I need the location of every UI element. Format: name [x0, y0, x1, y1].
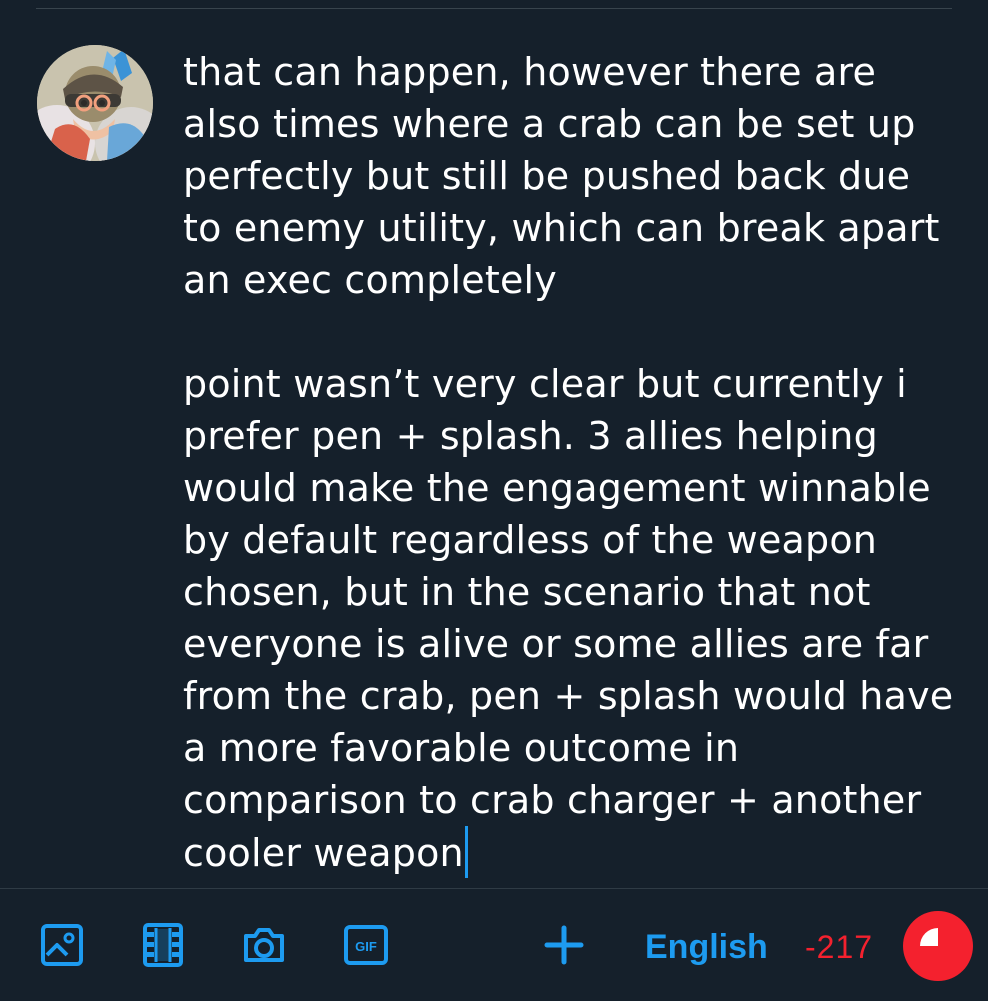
video-icon[interactable] — [139, 921, 187, 969]
character-counter: -217 — [805, 929, 874, 965]
language-selector[interactable]: English — [645, 925, 768, 969]
compose-paragraph-text: point wasn’t very clear but currently i … — [183, 362, 954, 875]
camera-icon[interactable] — [240, 921, 288, 969]
gif-label: GIF — [355, 939, 377, 954]
top-divider — [36, 8, 952, 9]
gif-icon[interactable]: GIF — [342, 921, 390, 969]
character-progress-ring — [902, 910, 974, 982]
compose-paragraph: point wasn’t very clear but currently i … — [183, 358, 958, 879]
compose-text-area[interactable]: that can happen, however there are also … — [183, 46, 958, 879]
image-icon[interactable] — [38, 921, 86, 969]
compose-toolbar: GIF English -217 — [0, 888, 988, 1001]
text-cursor — [464, 826, 468, 878]
avatar[interactable] — [37, 45, 153, 161]
plus-icon[interactable] — [540, 921, 588, 969]
avatar-image — [37, 45, 153, 161]
compose-paragraph: that can happen, however there are also … — [183, 50, 940, 302]
